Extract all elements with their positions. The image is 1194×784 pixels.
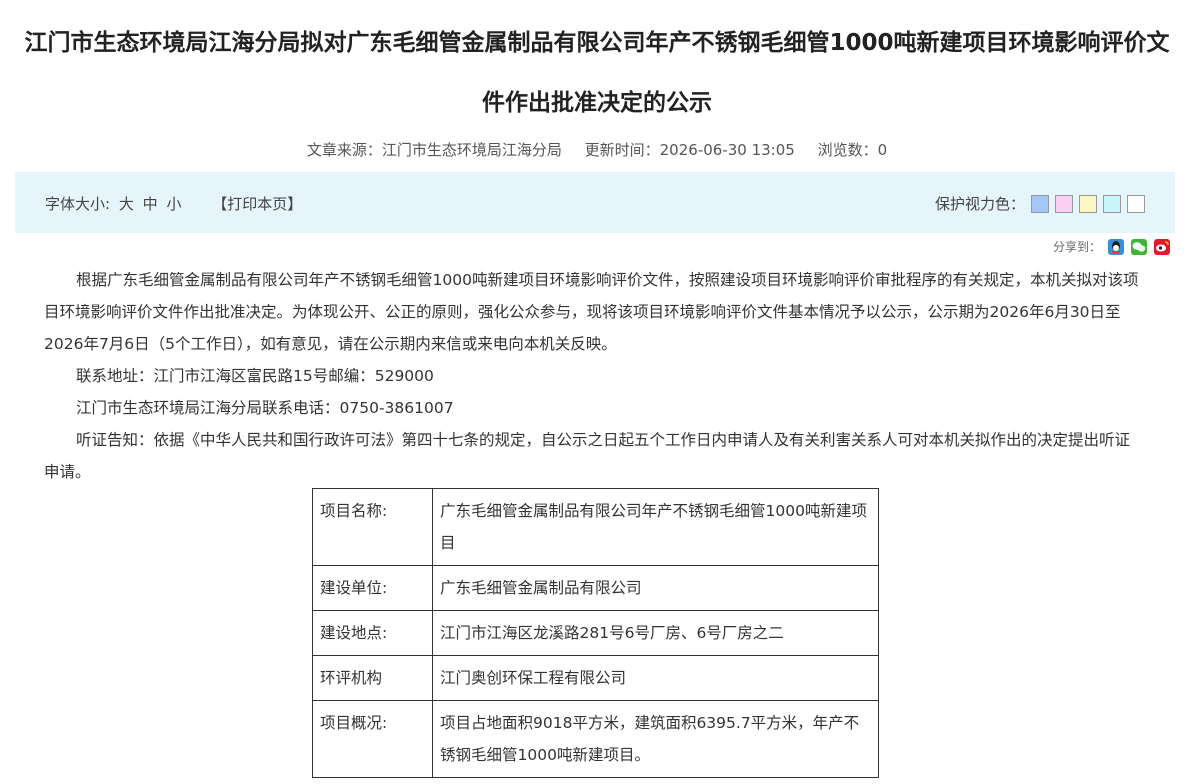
table-row: 项目概况: 项目占地面积9018平方米，建筑面积6395.7平方米，年产不锈钢毛… (312, 700, 879, 778)
qq-icon[interactable] (1108, 238, 1124, 255)
share-label: 分享到： (1052, 240, 1101, 254)
eye-protection-label: 保护视力色： (934, 195, 1025, 213)
page-title: 江门市生态环境局江海分局拟对广东毛细管金属制品有限公司年产不锈钢毛细管1000吨… (24, 30, 1170, 116)
table-row: 建设单位: 广东毛细管金属制品有限公司 (312, 565, 879, 611)
font-size-small[interactable]: 小 (166, 195, 181, 213)
paragraph-intro: 根据广东毛细管金属制品有限公司年产不锈钢毛细管1000吨新建项目环境影响评价文件… (44, 271, 1139, 353)
table-value: 项目占地面积9018平方米，建筑面积6395.7平方米，年产不锈钢毛细管1000… (432, 700, 879, 778)
project-info-table: 项目名称: 广东毛细管金属制品有限公司年产不锈钢毛细管1000吨新建项目 建设单… (312, 488, 879, 778)
color-swatch-cyan[interactable] (1103, 194, 1121, 213)
table-value: 江门奥创环保工程有限公司 (432, 655, 879, 701)
font-size-label: 字体大小: (45, 195, 111, 213)
paragraph-address: 联系地址：江门市江海区富民路15号邮编：529000 (76, 367, 434, 385)
table-key: 环评机构 (312, 655, 433, 701)
share-bar: 分享到： (1053, 238, 1170, 255)
eye-protection-colors: 保护视力色： (935, 193, 1145, 214)
table-key: 建设单位: (312, 565, 433, 611)
table-value: 江门市江海区龙溪路281号6号厂房、6号厂房之二 (432, 610, 879, 656)
wechat-icon[interactable] (1131, 238, 1147, 255)
font-size-controls: 字体大小: 大 中 小 【打印本页】 (45, 193, 306, 214)
paragraph-phone: 江门市生态环境局江海分局联系电话：0750-3861007 (76, 399, 454, 417)
article-source: 文章来源：江门市生态环境局江海分局 (306, 141, 562, 159)
table-key: 项目名称: (312, 488, 433, 566)
table-value: 广东毛细管金属制品有限公司 (432, 565, 879, 611)
paragraph-hearing: 听证告知：依据《中华人民共和国行政许可法》第四十七条的规定，自公示之日起五个工作… (44, 431, 1131, 481)
table-row: 项目名称: 广东毛细管金属制品有限公司年产不锈钢毛细管1000吨新建项目 (312, 488, 879, 566)
color-swatch-blue[interactable] (1031, 194, 1049, 213)
article-toolbar: 字体大小: 大 中 小 【打印本页】 保护视力色： (15, 172, 1175, 233)
color-swatch-white[interactable] (1127, 194, 1145, 213)
article-views: 浏览数：0 (817, 141, 888, 159)
color-swatch-yellow[interactable] (1079, 194, 1097, 213)
font-size-medium[interactable]: 中 (143, 195, 158, 213)
article-updated: 更新时间：2026-06-30 13:05 (584, 141, 795, 159)
table-row: 建设地点: 江门市江海区龙溪路281号6号厂房、6号厂房之二 (312, 610, 879, 656)
article-body: 根据广东毛细管金属制品有限公司年产不锈钢毛细管1000吨新建项目环境影响评价文件… (44, 264, 1144, 488)
font-size-large[interactable]: 大 (119, 195, 134, 213)
table-row: 环评机构 江门奥创环保工程有限公司 (312, 655, 879, 701)
color-swatch-pink[interactable] (1055, 194, 1073, 213)
table-key: 项目概况: (312, 700, 433, 778)
print-page-button[interactable]: 【打印本页】 (212, 195, 302, 213)
article-meta: 文章来源：江门市生态环境局江海分局 更新时间：2026-06-30 13:05 … (0, 135, 1194, 165)
table-key: 建设地点: (312, 610, 433, 656)
table-value: 广东毛细管金属制品有限公司年产不锈钢毛细管1000吨新建项目 (432, 488, 879, 566)
weibo-icon[interactable] (1154, 238, 1170, 255)
